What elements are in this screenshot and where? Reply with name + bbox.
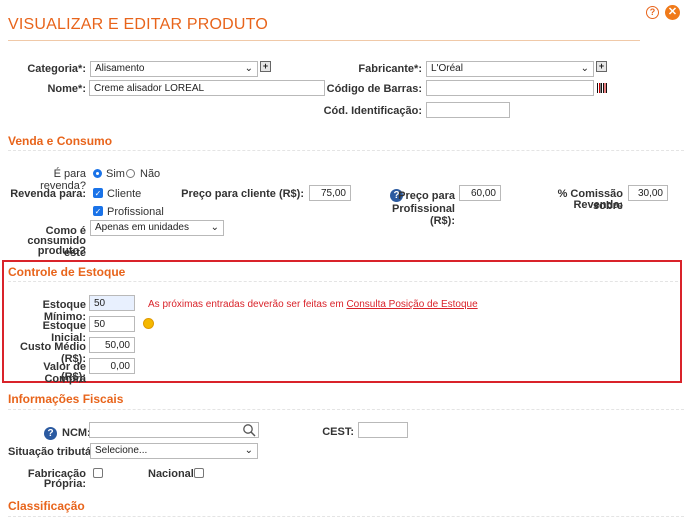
cod-ident-input[interactable]: [426, 102, 510, 118]
fabricante-value: L'Oréal: [431, 63, 463, 74]
categoria-label: Categoria*:: [27, 63, 86, 75]
profissional-label: Profissional: [107, 206, 164, 218]
classificacao-section-title: Classificação: [8, 499, 85, 513]
title-divider: [8, 40, 640, 41]
fabricacao-label-2: Própria:: [43, 478, 86, 490]
add-fabricante-button[interactable]: +: [596, 61, 607, 72]
revenda-sim-label: Sim: [106, 168, 125, 180]
fiscal-divider: [8, 409, 684, 410]
revenda-nao-label: Não: [140, 168, 161, 180]
barcode-icon[interactable]: [597, 83, 607, 93]
codigo-barras-input[interactable]: [426, 80, 594, 96]
consumo-value: Apenas em unidades: [95, 222, 189, 233]
preco-cliente-label: Preço para cliente (R$):: [181, 188, 304, 200]
consulta-posicao-estoque-link[interactable]: Consulta Posição de Estoque: [346, 299, 477, 310]
valor-compra-label-2: (R$):: [60, 371, 86, 383]
comissao-input[interactable]: [628, 185, 668, 201]
revenda-para-label: Revenda para:: [10, 188, 86, 200]
question-icon[interactable]: ?: [44, 427, 57, 440]
preco-prof-label-2: Profissional (R$):: [392, 203, 455, 227]
ncm-label: NCM:: [62, 427, 91, 439]
cod-ident-label: Cód. Identificação:: [323, 105, 422, 117]
plus-icon: +: [262, 61, 269, 71]
comissao-label-2: Revenda:: [573, 199, 623, 211]
add-categoria-button[interactable]: +: [260, 61, 271, 72]
plus-icon: +: [598, 61, 605, 71]
nacional-label: Nacional:: [148, 468, 198, 480]
cliente-checkbox[interactable]: ✓: [93, 188, 103, 198]
consumo-select[interactable]: Apenas em unidades ⌄: [90, 220, 224, 236]
categoria-select[interactable]: Alisamento ⌄: [90, 61, 258, 77]
categoria-value: Alisamento: [95, 63, 145, 74]
nome-label: Nome*:: [47, 83, 86, 95]
cest-label: CEST:: [322, 426, 354, 438]
venda-section-title: Venda e Consumo: [8, 134, 113, 148]
chevron-down-icon: ⌄: [580, 63, 589, 74]
revenda-sim-radio[interactable]: [93, 169, 102, 178]
fabricacao-propria-checkbox[interactable]: [93, 468, 103, 478]
estoque-aviso: As próximas entradas deverão ser feitas …: [148, 299, 478, 310]
estoque-minimo-input[interactable]: [89, 295, 135, 311]
preco-cliente-input[interactable]: [309, 185, 351, 201]
estoque-aviso-text: As próximas entradas deverão ser feitas …: [148, 299, 347, 310]
preco-prof-label-1: Preço para: [398, 190, 455, 202]
chevron-down-icon: ⌄: [244, 445, 253, 456]
nome-input[interactable]: [89, 80, 325, 96]
estoque-inicial-input[interactable]: [89, 316, 135, 332]
chevron-down-icon: ⌄: [210, 222, 219, 233]
valor-compra-input[interactable]: [89, 358, 135, 374]
ncm-input[interactable]: [89, 422, 259, 438]
help-circle-icon[interactable]: ?: [646, 6, 659, 19]
cliente-label: Cliente: [107, 188, 142, 200]
revenda-nao-radio[interactable]: [126, 169, 135, 178]
close-icon[interactable]: ✕: [665, 5, 680, 20]
page-title: VISUALIZAR E EDITAR PRODUTO: [8, 16, 268, 33]
nacional-checkbox[interactable]: [194, 468, 204, 478]
custo-medio-input[interactable]: [89, 337, 135, 353]
estoque-section-title: Controle de Estoque: [8, 265, 126, 279]
situacao-select[interactable]: Selecione... ⌄: [90, 443, 258, 459]
fiscal-section-title: Informações Fiscais: [8, 392, 124, 406]
estoque-divider: [8, 281, 678, 282]
preco-prof-input[interactable]: [459, 185, 501, 201]
situacao-value: Selecione...: [95, 445, 148, 456]
consumo-label-3: produto?: [37, 245, 86, 257]
fabricante-select[interactable]: L'Oréal ⌄: [426, 61, 594, 77]
search-icon[interactable]: [242, 423, 256, 437]
classificacao-divider: [8, 516, 684, 517]
fabricante-label: Fabricante*:: [358, 63, 422, 75]
codigo-barras-label: Código de Barras:: [326, 83, 422, 95]
chevron-down-icon: ⌄: [244, 63, 253, 74]
cest-input[interactable]: [358, 422, 408, 438]
profissional-checkbox[interactable]: ✓: [93, 206, 103, 216]
coin-icon[interactable]: [143, 318, 154, 329]
venda-divider: [8, 150, 684, 151]
